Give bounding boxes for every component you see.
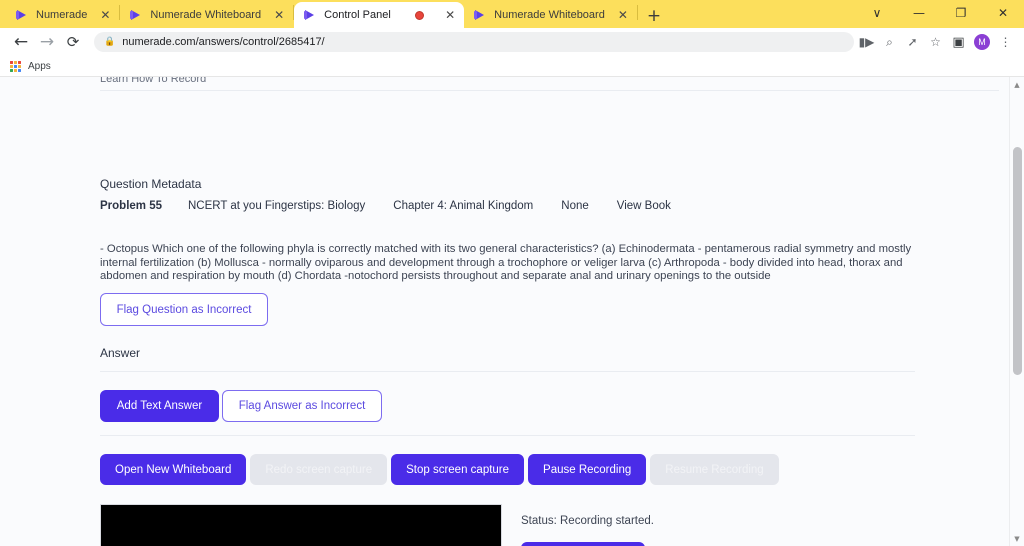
forward-icon[interactable]: → (34, 29, 60, 55)
question-metadata-block: Question Metadata Problem 55 NCERT at yo… (100, 177, 671, 212)
screen-capture-preview[interactable] (100, 504, 502, 546)
learn-how-to-record-heading: Learn How To Record (100, 76, 207, 85)
lock-icon: 🔒 (104, 37, 116, 47)
new-tab-button[interactable]: + (638, 8, 670, 28)
share-icon[interactable]: ➚ (902, 32, 923, 53)
address-bar[interactable]: 🔒 numerade.com/answers/control/2685417/ (94, 32, 854, 52)
browser-tab-0[interactable]: Numerade ✕ (6, 2, 119, 28)
page-viewport: Learn How To Record Question Metadata Pr… (0, 76, 1024, 546)
tab-title: Numerade Whiteboard (150, 9, 262, 21)
scroll-down-arrow-icon[interactable]: ▼ (1010, 531, 1024, 546)
tab-search-icon[interactable]: ∨ (856, 0, 898, 26)
toolbar-actions: ▮▶ ⌕ ➚ ☆ ▣ M ⋮ (856, 32, 1016, 53)
scrollbar-thumb[interactable] (1013, 147, 1022, 375)
divider-recording (100, 435, 915, 436)
pause-recording-button[interactable]: Pause Recording (528, 454, 647, 485)
back-icon[interactable]: ← (8, 29, 34, 55)
browser-toolbar: ← → ⟳ 🔒 numerade.com/answers/control/268… (0, 28, 1024, 56)
avatar[interactable]: M (974, 34, 990, 50)
recording-controls: Open New Whiteboard Redo screen capture … (100, 454, 779, 485)
control-panel-page: Learn How To Record Question Metadata Pr… (0, 77, 1009, 546)
status-panel: Status: Recording started. Upload and Fi… (521, 515, 921, 546)
maximize-icon[interactable]: ❐ (940, 0, 982, 26)
redo-screen-capture-button: Redo screen capture (250, 454, 388, 485)
tab-close-icon[interactable]: ✕ (268, 9, 284, 21)
scroll-up-arrow-icon[interactable]: ▲ (1010, 77, 1024, 92)
recording-indicator-icon[interactable] (415, 10, 425, 20)
page-scrollbar[interactable]: ▲ ▼ (1009, 77, 1024, 546)
question-metadata-heading: Question Metadata (100, 177, 202, 191)
close-window-icon[interactable]: ✕ (982, 0, 1024, 26)
bookmark-star-icon[interactable]: ☆ (925, 32, 946, 53)
reload-icon[interactable]: ⟳ (60, 29, 86, 55)
browser-tab-1[interactable]: Numerade Whiteboard ✕ (120, 2, 293, 28)
numerade-play-icon (304, 9, 317, 22)
metadata-problem: Problem 55 (100, 200, 162, 212)
minimize-icon[interactable]: — (898, 0, 940, 26)
upload-and-finish-button[interactable]: Upload and Finish (521, 542, 645, 546)
tab-close-icon[interactable]: ✕ (612, 9, 628, 21)
tab-title: Numerade Whiteboard (494, 9, 605, 21)
window-controls: ∨ — ❐ ✕ (856, 0, 1024, 28)
browser-tab-2-active[interactable]: Control Panel ✕ (294, 2, 465, 28)
tab-close-icon[interactable]: ✕ (439, 9, 455, 21)
numerade-play-icon (130, 9, 143, 22)
question-metadata-row: Problem 55 NCERT at you Fingerstips: Bio… (100, 200, 671, 212)
flag-answer-as-incorrect-button[interactable]: Flag Answer as Incorrect (222, 390, 382, 422)
tab-strip: Numerade ✕ Numerade Whiteboard ✕ Control… (0, 0, 1024, 28)
browser-tab-3[interactable]: Numerade Whiteboard ✕ (464, 2, 637, 28)
answer-actions: Add Text Answer Flag Answer as Incorrect (100, 390, 382, 422)
numerade-play-icon (16, 9, 29, 22)
browser-menu-icon[interactable]: ⋮ (995, 32, 1016, 53)
open-new-whiteboard-button[interactable]: Open New Whiteboard (100, 454, 247, 485)
browser-window: Numerade ✕ Numerade Whiteboard ✕ Control… (0, 0, 1024, 546)
divider-top (100, 90, 999, 91)
tab-title: Control Panel (324, 9, 391, 21)
bookmark-apps-label[interactable]: Apps (28, 61, 51, 72)
recording-status-text: Status: Recording started. (521, 515, 654, 527)
metadata-chapter: Chapter 4: Animal Kingdom (393, 200, 534, 212)
add-text-answer-button[interactable]: Add Text Answer (100, 390, 219, 422)
tab-title: Numerade (36, 9, 88, 21)
url-text: numerade.com/answers/control/2685417/ (122, 36, 325, 48)
side-panel-icon[interactable]: ▣ (948, 32, 969, 53)
resume-recording-button: Resume Recording (650, 454, 779, 485)
metadata-section: None (561, 200, 589, 212)
video-camera-icon[interactable]: ▮▶ (856, 32, 877, 53)
answer-heading: Answer (100, 346, 141, 360)
apps-grid-icon[interactable] (10, 60, 21, 72)
metadata-view-book-link[interactable]: View Book (617, 200, 671, 212)
divider-answer (100, 371, 915, 372)
bookmarks-bar: Apps (0, 56, 1024, 76)
numerade-play-icon (474, 9, 487, 22)
tab-close-icon[interactable]: ✕ (94, 9, 110, 21)
question-text: - Octopus Which one of the following phy… (100, 243, 912, 283)
flag-question-as-incorrect-button[interactable]: Flag Question as Incorrect (100, 293, 268, 326)
metadata-book: NCERT at you Fingerstips: Biology (188, 200, 366, 212)
search-icon[interactable]: ⌕ (879, 32, 900, 53)
stop-screen-capture-button[interactable]: Stop screen capture (391, 454, 525, 485)
